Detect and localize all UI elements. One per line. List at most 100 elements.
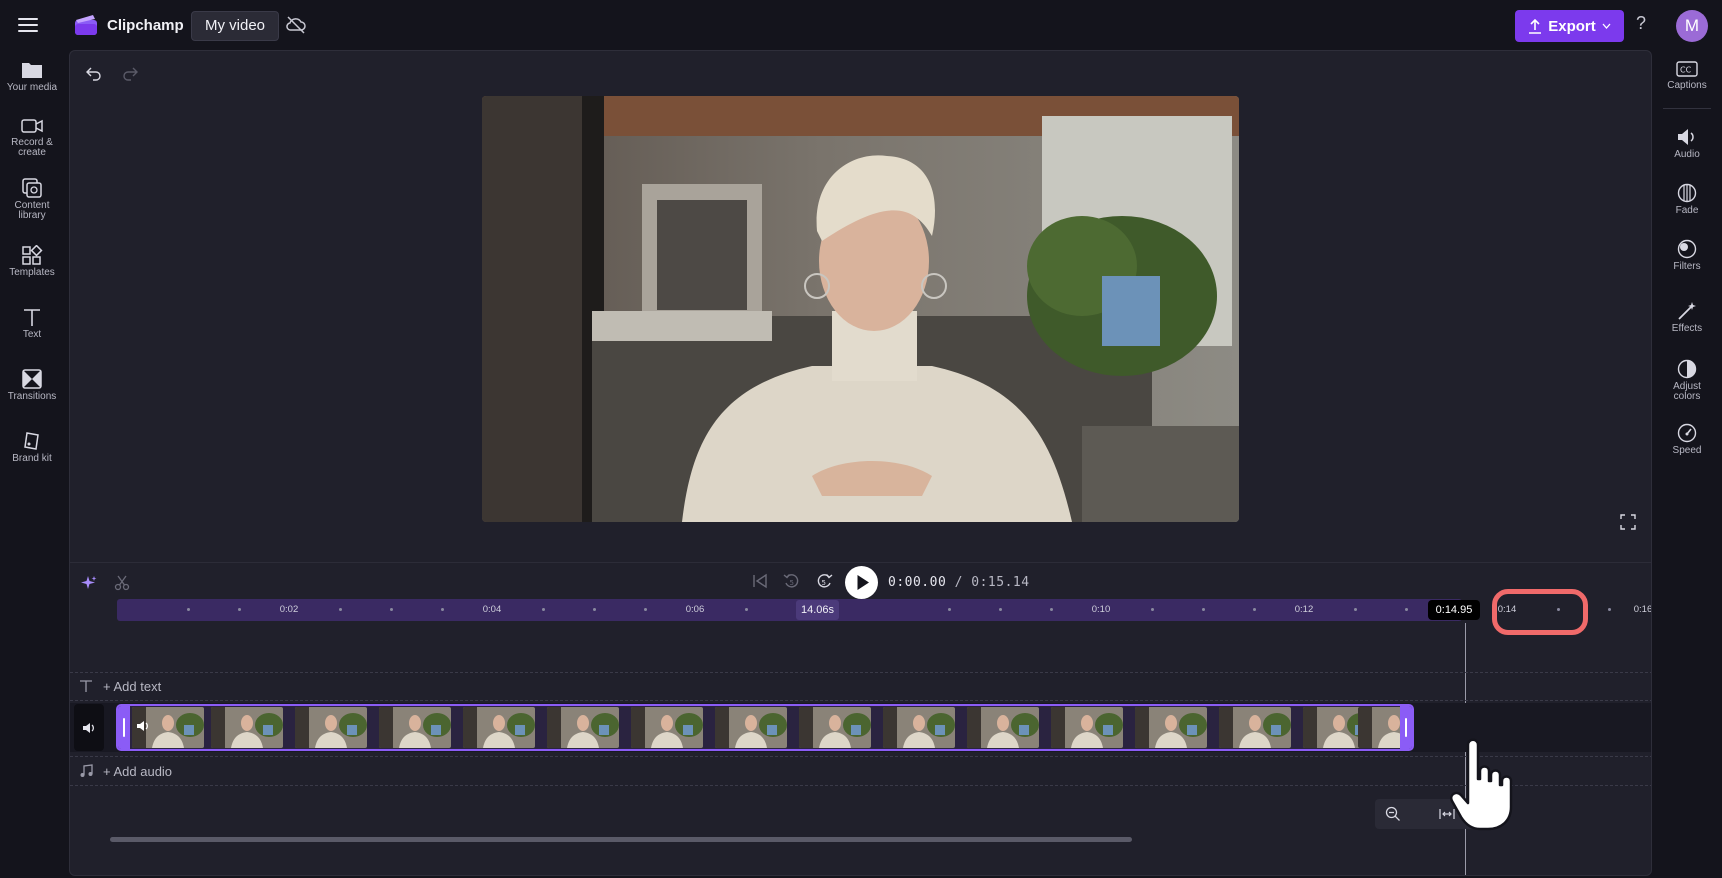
clip-trim-handle-left[interactable]: [118, 706, 130, 749]
folder-icon: [22, 63, 42, 78]
video-clip[interactable]: [116, 704, 1414, 751]
sidebar-item-brand-kit[interactable]: Brand kit: [0, 431, 64, 464]
adjust-colors-icon: [1677, 359, 1697, 379]
ruler-tick: [745, 608, 748, 611]
clip-thumbnail: [883, 707, 955, 748]
cloud-offline-icon[interactable]: [285, 15, 307, 35]
clip-thumbnail: [295, 707, 367, 748]
sidebar-item-record-create[interactable]: Record & create: [0, 117, 64, 158]
ruler-tick: [1202, 608, 1205, 611]
sidebar-item-label: Speed: [1672, 445, 1702, 456]
timeline-horizontal-scrollbar[interactable]: [110, 837, 1132, 842]
zoom-out-icon[interactable]: [1385, 806, 1401, 822]
captions-icon: CC: [1676, 61, 1698, 77]
camera-icon: [21, 119, 43, 133]
clip-thumbnail: [1358, 707, 1402, 748]
ruler-tick: [187, 608, 190, 611]
redo-icon[interactable]: [122, 65, 138, 81]
skip-to-start-icon[interactable]: [751, 573, 769, 589]
sparkle-icon[interactable]: [81, 575, 97, 591]
sidebar-item-text[interactable]: Text: [0, 307, 64, 340]
top-bar: Clipchamp My video Export ? M: [0, 0, 1722, 50]
editor-main-panel: 5 5 0:00.00 / 0:15.14 0:02 0:04 0:06 0:1…: [69, 50, 1652, 876]
speaker-icon: [83, 722, 94, 733]
templates-icon: [22, 245, 43, 265]
sidebar-item-templates[interactable]: Templates: [0, 245, 64, 278]
sidebar-item-label: Adjust colors: [1673, 381, 1701, 402]
ruler-tick: [1608, 608, 1611, 611]
current-time: 0:00.00: [888, 575, 947, 590]
scissors-icon[interactable]: [114, 575, 130, 591]
ruler-tick: [441, 608, 444, 611]
play-button[interactable]: [845, 566, 878, 599]
ruler-tick-label: 0:04: [482, 604, 502, 615]
ruler-tick: [644, 608, 647, 611]
timecode: 0:00.00 / 0:15.14: [888, 575, 1030, 590]
clip-thumbnail: [715, 707, 787, 748]
playhead-time-badge[interactable]: 0:14.95: [1428, 600, 1480, 620]
left-sidebar: Your media Record & create Content libra…: [0, 50, 64, 878]
sidebar-item-content-library[interactable]: Content library: [0, 178, 64, 221]
ruler-tick: [948, 608, 951, 611]
ruler-tick: [390, 608, 393, 611]
help-icon[interactable]: ?: [1636, 13, 1646, 34]
add-text-link[interactable]: + Add text: [103, 679, 161, 694]
text-track-icon: [80, 680, 92, 692]
clip-thumbnail: [1051, 707, 1123, 748]
magic-wand-icon: [1678, 302, 1696, 320]
speaker-icon: [1678, 129, 1694, 145]
undo-icon[interactable]: [86, 65, 102, 81]
fullscreen-icon[interactable]: [1620, 514, 1636, 530]
brand-kit-icon: [24, 432, 39, 450]
timeline-divider: [70, 562, 1651, 563]
sidebar-item-label: Text: [22, 329, 42, 340]
sidebar-item-speed[interactable]: Speed: [1652, 423, 1722, 456]
clip-thumbnail: [547, 707, 619, 748]
ruler-range: [117, 599, 1462, 621]
video-preview[interactable]: [482, 96, 1239, 522]
sidebar-item-transitions[interactable]: Transitions: [0, 369, 64, 402]
ruler-tick: [999, 608, 1002, 611]
ruler-tick: [593, 608, 596, 611]
clip-thumbnail: [799, 707, 871, 748]
timeline-ruler[interactable]: 0:02 0:04 0:06 0:10 0:12 0:14 0:16 14.06…: [117, 599, 1651, 621]
export-button[interactable]: Export: [1515, 10, 1624, 42]
sidebar-item-label: Captions: [1667, 80, 1707, 91]
sidebar-item-adjust-colors[interactable]: Adjust colors: [1652, 359, 1722, 402]
time-separator: /: [954, 575, 963, 590]
export-label: Export: [1548, 17, 1596, 35]
sidebar-item-effects[interactable]: Effects: [1652, 301, 1722, 334]
text-icon: [24, 309, 40, 326]
add-audio-link[interactable]: + Add audio: [103, 764, 172, 779]
playhead-highlight-ring: [1492, 589, 1588, 635]
sidebar-item-audio[interactable]: Audio: [1652, 127, 1722, 160]
rewind-5s-icon[interactable]: 5: [783, 572, 801, 590]
ruler-tick-label: 0:10: [1091, 604, 1111, 615]
track-mute-button[interactable]: [74, 704, 104, 751]
hover-time-badge: 14.06s: [796, 600, 840, 620]
sidebar-item-your-media[interactable]: Your media: [0, 60, 64, 93]
audio-track[interactable]: + Add audio: [70, 756, 1651, 786]
project-name-field[interactable]: My video: [191, 11, 280, 41]
menu-icon[interactable]: [16, 14, 40, 36]
clip-trim-handle-right[interactable]: [1400, 706, 1412, 749]
ruler-tick: [1354, 608, 1357, 611]
video-preview-frame: [482, 96, 1239, 522]
sidebar-item-captions[interactable]: CC Captions: [1652, 60, 1722, 91]
clipchamp-logo: [75, 15, 97, 35]
sidebar-item-label: Content library: [14, 200, 50, 221]
sidebar-item-label: Filters: [1673, 261, 1701, 272]
clipchamp-editor: Clipchamp My video Export ? M Your media…: [0, 0, 1722, 878]
avatar[interactable]: M: [1676, 10, 1708, 42]
fade-icon: [1677, 183, 1697, 203]
sidebar-item-fade[interactable]: Fade: [1652, 183, 1722, 216]
forward-5s-icon[interactable]: 5: [815, 572, 833, 590]
ruler-tick-label: 0:12: [1294, 604, 1314, 615]
sidebar-item-label: Record & create: [11, 137, 53, 158]
sidebar-item-label: Audio: [1674, 149, 1700, 160]
text-track[interactable]: + Add text: [70, 672, 1651, 701]
sidebar-item-filters[interactable]: Filters: [1652, 239, 1722, 272]
clip-thumbnail: [967, 707, 1039, 748]
clip-volume-icon[interactable]: [136, 719, 150, 733]
svg-text:5: 5: [790, 579, 794, 587]
